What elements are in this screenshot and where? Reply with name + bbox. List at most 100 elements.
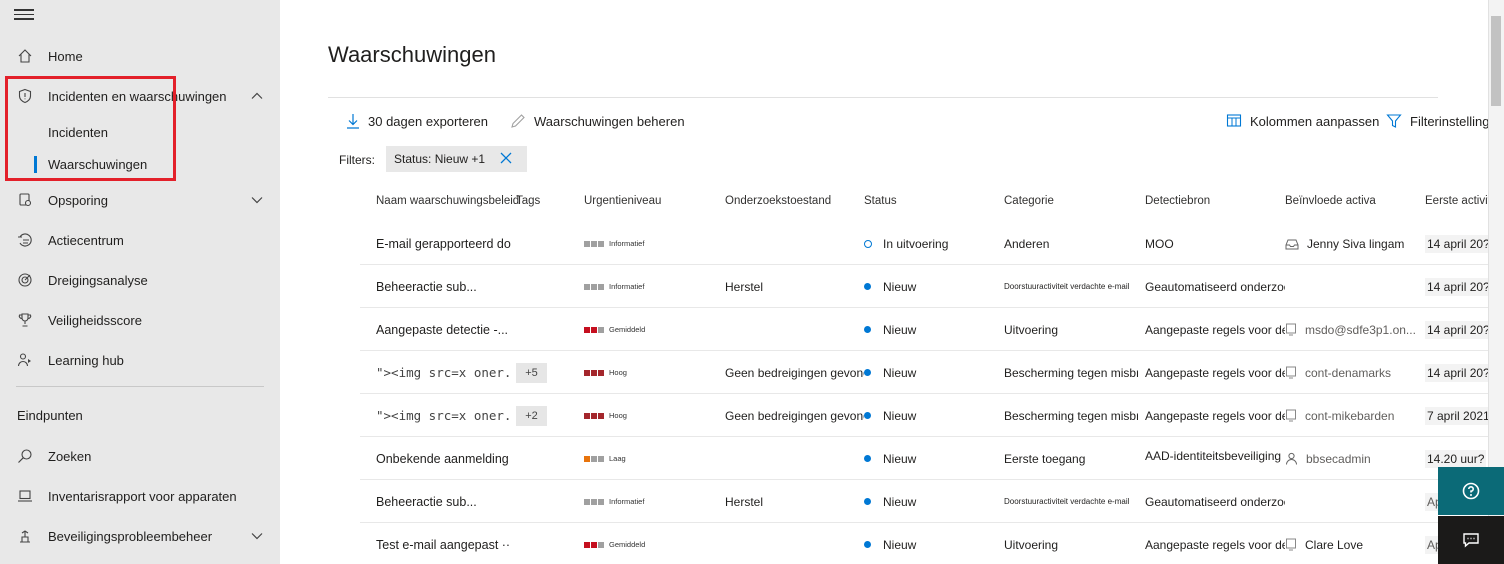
severity-bar <box>591 369 597 376</box>
alert-name[interactable]: Beheeractie sub... <box>376 480 511 523</box>
severity-bar <box>598 498 604 505</box>
device-icon <box>1286 409 1296 422</box>
asset-label: Clare Love <box>1305 537 1364 552</box>
sidebar-item-secure-score[interactable]: Veiligheidsscore <box>0 302 280 338</box>
sidebar-item-label: Incidenten en waarschuwingen <box>48 88 227 104</box>
alert-name[interactable]: Onbekende aanmelding ... <box>376 437 511 480</box>
column-header-name[interactable]: Naam waarschuwingsbeleid <box>376 195 519 207</box>
table-row[interactable]: E-mail gerapporteerd door . Informatief In… <box>360 222 1488 265</box>
alert-name[interactable]: Test e-mail aangepast ·· <box>376 523 511 564</box>
investigation-state: Herstel <box>725 494 764 509</box>
threat-analytics-icon <box>15 270 35 290</box>
tag-badge[interactable]: +2 <box>516 405 547 426</box>
menu-toggle-icon[interactable] <box>14 6 34 20</box>
column-header-impacted-assets[interactable]: Beïnvloede activa <box>1285 195 1376 207</box>
status-cell: Nieuw <box>864 480 994 523</box>
column-header-status[interactable]: Status <box>864 195 897 207</box>
sidebar-subitem-alerts[interactable]: Waarschuwingen <box>0 151 280 179</box>
severity-bar <box>598 541 604 548</box>
filter-settings-button[interactable]: Filterinstellingen <box>1386 113 1504 129</box>
severity-bar <box>598 412 604 419</box>
table-row[interactable]: "><img src=x oner...+2 Hoog Geen bedreigin… <box>360 394 1488 437</box>
first-activity-date: 14 april 20? <box>1425 277 1488 296</box>
sidebar-item-threat-analytics[interactable]: Dreigingsanalyse <box>0 262 280 298</box>
customize-columns-button[interactable]: Kolommen aanpassen <box>1226 113 1379 129</box>
severity-bar <box>591 498 597 505</box>
first-activity: 7 april 2021 <box>1425 394 1488 437</box>
investigation-state: Geen bedreigingen gevonden <box>725 408 864 423</box>
detection-source: AAD-identiteitsbeveiliging <box>1145 449 1282 463</box>
laptop-icon <box>15 486 35 506</box>
first-activity: 14 april 20? <box>1425 351 1488 394</box>
severity-bar <box>584 326 590 333</box>
status-label: Nieuw <box>883 408 917 423</box>
alert-name[interactable]: "><img src=x oner... <box>376 351 511 394</box>
alert-name[interactable]: "><img src=x oner... <box>376 394 511 437</box>
sidebar-item-device-inventory[interactable]: Inventarisrapport voor apparaten <box>0 478 280 514</box>
sidebar-subitem-incidents[interactable]: Incidenten <box>0 119 280 147</box>
column-header-detection-source[interactable]: Detectiebron <box>1145 195 1210 207</box>
sidebar-item-vulnerability-management[interactable]: Beveiligingsprobleembeheer <box>0 518 280 554</box>
table-row[interactable]: Aangepaste detectie -... Gemiddeld Nieuw Ui… <box>360 308 1488 351</box>
impacted-asset[interactable]: bbsecadmin <box>1285 437 1422 480</box>
sidebar-item-home[interactable]: Home <box>0 38 280 74</box>
severity-label: Informatief <box>609 282 645 291</box>
asset-label: msdo@sdfe3p1.on... <box>1305 322 1416 337</box>
status-label: Nieuw <box>883 451 917 466</box>
chevron-down-icon[interactable] <box>250 193 264 207</box>
severity-bar <box>598 326 604 333</box>
table-row[interactable]: Beheeractie sub... Informatief Herstel Nieu… <box>360 480 1488 523</box>
column-header-severity[interactable]: Urgentieniveau <box>584 195 661 207</box>
category: Doorstuuractiviteit verdachte e-mail <box>1004 497 1130 506</box>
alert-name[interactable]: Beheeractie sub... <box>376 265 511 308</box>
home-icon <box>15 46 35 66</box>
table-row[interactable]: Beheeractie sub... Informatief Herstel Nieu… <box>360 265 1488 308</box>
help-button[interactable] <box>1438 467 1504 515</box>
sidebar-item-incidents-alerts[interactable]: Incidenten en waarschuwingen <box>0 78 280 114</box>
sidebar-item-search[interactable]: Zoeken <box>0 438 280 474</box>
impacted-asset[interactable]: Jenny Siva lingam <box>1285 222 1422 265</box>
status-label: In uitvoering <box>883 236 949 251</box>
sidebar-item-label: Opsporing <box>48 192 108 208</box>
status-label: Nieuw <box>883 279 917 294</box>
impacted-asset[interactable]: cont-denamarks <box>1285 351 1422 394</box>
detection-source: MOO <box>1145 236 1174 251</box>
alert-name[interactable]: E-mail gerapporteerd door . <box>376 222 511 265</box>
chevron-up-icon[interactable] <box>250 89 264 103</box>
severity-label: Laag <box>609 454 626 463</box>
sidebar-item-action-center[interactable]: Actiecentrum <box>0 222 280 258</box>
manage-alerts-button[interactable]: Waarschuwingen beheren <box>510 113 685 129</box>
impacted-asset[interactable]: cont-mikebarden <box>1285 394 1422 437</box>
sidebar-item-learning-hub[interactable]: Learning hub <box>0 342 280 378</box>
category: Uitvoering <box>1004 537 1059 552</box>
filter-pill-status[interactable]: Status: Nieuw +1 <box>386 146 527 172</box>
column-header-investigation[interactable]: Onderzoekstoestand <box>725 195 831 207</box>
category: Eerste toegang <box>1004 451 1086 466</box>
export-button[interactable]: 30 dagen exporteren <box>346 113 488 129</box>
column-header-tags[interactable]: Tags <box>516 195 540 207</box>
table-row[interactable]: "><img src=x oner...+5 Hoog Geen bedreigin… <box>360 351 1488 394</box>
alert-name[interactable]: Aangepaste detectie -... <box>376 308 511 351</box>
column-header-category[interactable]: Categorie <box>1004 195 1054 207</box>
status-label: Nieuw <box>883 322 917 337</box>
sidebar-item-label: Learning hub <box>48 352 124 368</box>
impacted-asset[interactable]: Clare Love <box>1285 523 1422 564</box>
status-ring-icon <box>864 239 872 248</box>
detection-source: Aangepaste regels voor detectie <box>1145 537 1285 552</box>
severity-label: Gemiddeld <box>609 325 646 334</box>
impacted-asset[interactable]: msdo@sdfe3p1.on... <box>1285 308 1422 351</box>
investigation-state: Herstel <box>725 279 764 294</box>
table-row[interactable]: Test e-mail aangepast ·· Gemiddeld Nieuw Ui… <box>360 523 1488 564</box>
table-row[interactable]: Onbekende aanmelding ... Laag Nieuw Eerste … <box>360 437 1488 480</box>
sidebar-item-label: Actiecentrum <box>48 232 124 248</box>
sidebar-item-hunting[interactable]: Opsporing <box>0 182 280 218</box>
feedback-button[interactable] <box>1438 516 1504 564</box>
chevron-down-icon[interactable] <box>250 529 264 543</box>
severity-cell: Gemiddeld <box>584 523 704 564</box>
status-dot-icon <box>864 541 871 548</box>
scrollbar-thumb[interactable] <box>1491 16 1501 106</box>
tag-badge[interactable]: +5 <box>516 362 547 383</box>
close-icon[interactable] <box>499 151 513 165</box>
active-indicator <box>34 156 37 173</box>
columns-icon <box>1226 114 1242 127</box>
